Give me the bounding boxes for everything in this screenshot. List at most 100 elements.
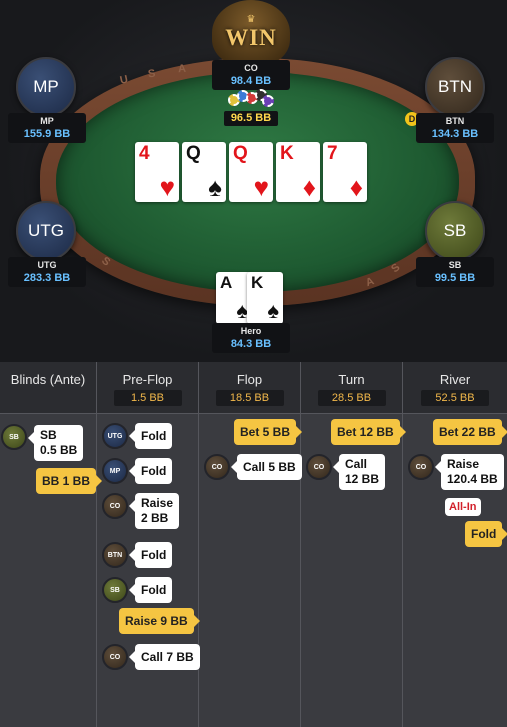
card-rank: 7 <box>327 143 338 164</box>
card-rank: Q <box>233 143 248 164</box>
player-chip-co: CO <box>102 493 128 519</box>
action-utg-fold[interactable]: Fold <box>128 423 173 449</box>
pot-chips-icon <box>228 88 274 110</box>
action-co-call[interactable]: Call 5 BB <box>231 454 302 480</box>
board-card: 4 ♥ <box>135 142 179 202</box>
player-stack: 98.4 BB <box>230 75 272 87</box>
player-chip-co: CO <box>408 454 434 480</box>
action-co-call[interactable]: Call 7 BB <box>129 644 200 670</box>
player-stack: 155.9 BB <box>23 128 71 140</box>
column-preflop: Pre-Flop 1.5 BB UTG Fold MP Fold CO Rais… <box>97 362 200 727</box>
board-card: Q ♥ <box>229 142 273 202</box>
rail-letter: S <box>147 67 158 81</box>
column-flop: Flop 18.5 BB Bet 5 BB CO Call 5 BB <box>199 362 303 727</box>
heart-icon: ♥ <box>253 172 269 202</box>
card-rank: K <box>251 273 264 292</box>
player-chip-utg: UTG <box>102 423 128 449</box>
player-chip-btn: BTN <box>102 542 128 568</box>
street-pot: 1.5 BB <box>113 390 182 406</box>
action-line: Raise <box>141 496 174 510</box>
rail-letter: U <box>118 73 131 87</box>
board-card: K ♦ <box>276 142 320 202</box>
player-nameplate-hero[interactable]: Hero 84.3 BB <box>212 323 290 353</box>
player-nameplate-utg[interactable]: UTG 283.3 BB <box>8 257 86 287</box>
win-badge: ♛ WIN <box>212 0 290 66</box>
column-turn: Turn 28.5 BB Bet 12 BB CO Call 12 BB <box>301 362 406 727</box>
action-hero-bet[interactable]: Bet 22 BB <box>433 419 507 445</box>
action-bb-post[interactable]: BB 1 BB <box>36 468 103 494</box>
player-nameplate-sb[interactable]: SB 99.5 BB <box>416 257 494 287</box>
player-position: Hero <box>240 326 262 336</box>
action-hero-fold[interactable]: Fold <box>465 521 507 547</box>
action-line: Raise <box>447 457 480 471</box>
allin-badge: All-In <box>445 498 481 516</box>
action-co-raise[interactable]: Raise 2 BB <box>128 493 180 529</box>
player-avatar-btn[interactable]: BTN <box>425 57 485 117</box>
action-mp-fold[interactable]: Fold <box>128 458 173 484</box>
player-chip-co: CO <box>102 644 128 670</box>
win-label: WIN <box>225 25 277 50</box>
player-stack: 99.5 BB <box>434 272 476 284</box>
action-co-call[interactable]: Call 12 BB <box>332 454 386 490</box>
action-hero-bet[interactable]: Bet 12 BB <box>331 419 406 445</box>
spade-icon: ♠ <box>208 172 222 202</box>
action-hero-bet[interactable]: Bet 5 BB <box>234 419 303 445</box>
avatar-label: SB <box>443 221 467 240</box>
player-stack: 84.3 BB <box>230 338 272 350</box>
action-line: 120.4 BB <box>447 472 498 486</box>
column-title: Pre-Flop <box>122 372 173 387</box>
action-sb-fold[interactable]: Fold <box>128 577 173 603</box>
action-line: 2 BB <box>141 511 169 525</box>
card-rank: K <box>280 143 294 164</box>
street-pot: 28.5 BB <box>317 390 386 406</box>
diamond-icon: ♦ <box>349 172 363 202</box>
board-card: Q ♠ <box>182 142 226 202</box>
diamond-icon: ♦ <box>302 172 316 202</box>
action-btn-fold[interactable]: Fold <box>128 542 173 568</box>
player-avatar-utg[interactable]: UTG <box>16 201 76 261</box>
avatar-label: MP <box>33 77 59 96</box>
column-header: Blinds (Ante) <box>0 362 96 414</box>
player-position: MP <box>40 116 54 126</box>
action-line: Call <box>345 457 368 471</box>
column-header: Flop 18.5 BB <box>199 362 300 414</box>
card-rank: A <box>220 273 233 292</box>
avatar-label: UTG <box>28 221 64 240</box>
player-nameplate-btn[interactable]: BTN 134.3 BB <box>416 113 494 143</box>
card-rank: 4 <box>139 143 150 164</box>
player-chip-co: CO <box>306 454 332 480</box>
column-header: River 52.5 BB <box>403 362 507 414</box>
player-stack: 283.3 BB <box>23 272 71 284</box>
column-header: Pre-Flop 1.5 BB <box>97 362 198 414</box>
card-rank: Q <box>186 143 201 164</box>
street-pot: 18.5 BB <box>215 390 284 406</box>
action-line: 12 BB <box>345 472 380 486</box>
player-chip-co: CO <box>204 454 230 480</box>
spade-icon: ♠ <box>267 298 279 323</box>
column-title: Turn <box>338 372 365 387</box>
column-title: Flop <box>236 372 263 387</box>
street-pot: 52.5 BB <box>421 390 489 406</box>
action-co-raise[interactable]: Raise 120.4 BB <box>435 454 504 490</box>
player-avatar-sb[interactable]: SB <box>425 201 485 261</box>
action-hero-raise[interactable]: Raise 9 BB <box>119 608 200 634</box>
pot-amount: 96.5 BB <box>224 111 278 126</box>
hero-card: K ♠ <box>247 272 283 324</box>
player-position: BTN <box>445 116 465 126</box>
rail-letter: A <box>177 62 188 76</box>
player-nameplate-mp[interactable]: MP 155.9 BB <box>8 113 86 143</box>
column-title: River <box>439 372 471 387</box>
player-position: CO <box>244 63 258 73</box>
player-position: SB <box>448 260 462 270</box>
player-nameplate-co[interactable]: CO 98.4 BB <box>212 60 290 90</box>
poker-table-area: U S A S A S ♛ WIN CO 98.4 BB 96.5 BB MP … <box>0 0 507 362</box>
player-avatar-mp[interactable]: MP <box>16 57 76 117</box>
column-river: River 52.5 BB Bet 22 BB CO Raise 120.4 B… <box>403 362 507 727</box>
column-header: Turn 28.5 BB <box>301 362 402 414</box>
crown-icon: ♛ <box>246 14 256 25</box>
player-chip-sb: SB <box>102 577 128 603</box>
action-sb-post[interactable]: SB 0.5 BB <box>27 425 84 461</box>
avatar-label: BTN <box>438 77 472 96</box>
heart-icon: ♥ <box>159 172 175 202</box>
player-chip-sb: SB <box>1 424 27 450</box>
